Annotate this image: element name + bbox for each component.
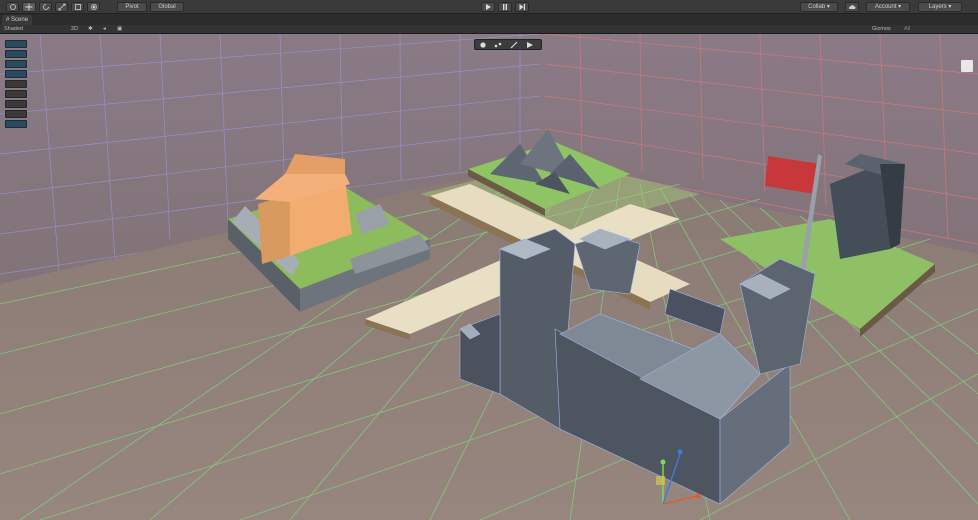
move-icon [25,3,33,11]
hand-tool-button[interactable] [6,2,19,12]
pivot-toggle[interactable]: Pivot [117,2,147,12]
tab-bar: # Scene [0,14,978,25]
pivot-label: Pivot [125,4,139,10]
audio-toggle-icon[interactable]: ◂ [103,25,106,34]
pause-icon [503,4,507,10]
overlay-tool-3[interactable] [509,41,521,49]
side-tool-1[interactable] [5,40,27,48]
global-label: Global [158,4,176,10]
play-button[interactable] [481,2,495,12]
transform-tool-button[interactable] [87,2,100,12]
scene-search-input[interactable]: All [904,25,910,34]
shading-mode-dropdown[interactable]: Shaded [4,25,23,34]
transform-icon [90,4,97,10]
scene-control-bar: Shaded 2D ✱ ◂ ▣ Gizmos All [0,25,978,34]
tab-scene[interactable]: # Scene [2,15,33,25]
account-dropdown[interactable]: Account ▾ [866,2,910,12]
rect-tool-button[interactable] [71,2,84,12]
side-tool-3[interactable] [5,60,27,68]
scene-overlay-tools [474,39,542,50]
hand-icon [9,4,16,10]
move-tool-button[interactable] [22,2,36,12]
effects-toggle-icon[interactable]: ▣ [117,25,122,34]
overlay-tool-1[interactable] [478,41,490,49]
scene-render [0,34,978,520]
side-tool-9[interactable] [5,120,27,128]
account-label: Account [874,4,897,10]
circle-icon [480,42,486,48]
collab-dropdown[interactable]: Collab ▾ [800,2,838,12]
overlay-tool-2[interactable] [493,41,505,49]
house-wall-left [258,194,290,264]
scale-tool-button[interactable] [55,2,68,12]
collab-label: Collab [808,4,826,10]
cloud-icon [848,5,856,9]
side-tool-7[interactable] [5,100,27,108]
mode-2d-toggle[interactable]: 2D [71,25,78,34]
gizmos-dropdown[interactable]: Gizmos [872,25,891,34]
pause-button[interactable] [498,2,512,12]
rotate-icon [42,4,49,10]
layers-label: Layers [928,4,947,10]
step-icon [519,4,525,10]
scene-tab-label: Scene [11,17,29,23]
global-toggle[interactable]: Global [150,2,184,12]
scene-viewport[interactable] [0,34,978,520]
side-tool-4[interactable] [5,70,27,78]
lighting-toggle-icon[interactable]: ✱ [88,25,93,34]
cloud-button[interactable] [845,2,859,12]
scene-icon: # [6,17,10,23]
left-tool-stack [5,40,27,130]
play-icon [486,4,491,10]
main-toolbar: Pivot Global Collab ▾ Account ▾ Layers ▾ [0,0,978,14]
scale-icon [58,3,65,11]
overlay-tool-4[interactable] [525,41,537,49]
arrow-icon [527,42,533,48]
step-button[interactable] [515,2,529,12]
side-tool-2[interactable] [5,50,27,58]
side-tool-5[interactable] [5,80,27,88]
brush-icon [510,41,518,49]
rotate-tool-button[interactable] [39,2,52,12]
side-tool-6[interactable] [5,90,27,98]
orientation-gizmo[interactable] [961,60,973,72]
layers-dropdown[interactable]: Layers ▾ [918,2,962,12]
nodes-icon [494,42,502,48]
rect-icon [74,4,81,10]
side-tool-8[interactable] [5,110,27,118]
